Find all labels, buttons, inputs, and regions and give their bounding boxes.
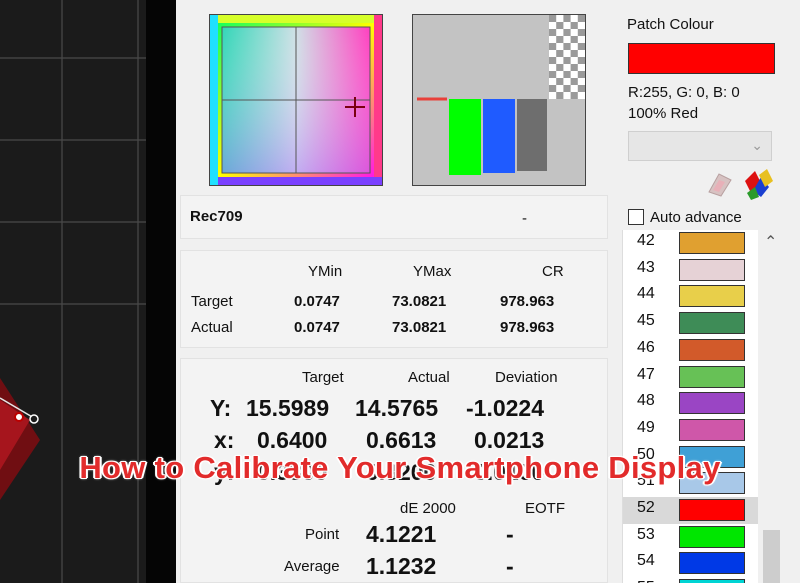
luminance-cell: 978.963 xyxy=(500,293,555,310)
luminance-cell: 73.0821 xyxy=(392,293,447,310)
measurement-row-label: Y: xyxy=(210,395,232,421)
scrollbar-thumb[interactable] xyxy=(763,530,780,583)
patch-number: 53 xyxy=(637,525,655,543)
errors-cell: - xyxy=(506,553,514,579)
eraser-icon[interactable] xyxy=(705,168,735,198)
patch-list-item[interactable]: 42 xyxy=(623,230,758,257)
patch-color-swatch xyxy=(679,525,745,548)
patch-rgb-text: R:255, G: 0, B: 0 xyxy=(628,84,740,101)
cie-grid xyxy=(0,0,146,583)
cie-diagram-area xyxy=(0,0,146,583)
patch-number: 49 xyxy=(637,418,655,436)
luminance-cell: 0.0747 xyxy=(294,319,340,336)
blue-bar xyxy=(483,99,515,173)
patch-list-item[interactable]: 49 xyxy=(623,417,758,444)
measurement-header-target: Target xyxy=(302,369,344,386)
patch-color-swatch xyxy=(679,392,745,415)
patch-color-swatch xyxy=(679,312,745,335)
patch-number: 43 xyxy=(637,258,655,276)
chevron-up-icon[interactable]: ⌃ xyxy=(764,232,777,252)
patch-number: 44 xyxy=(637,285,655,303)
patch-color-swatch xyxy=(679,579,745,583)
measurement-cell: 15.5989 xyxy=(246,395,330,421)
target-point xyxy=(14,412,24,422)
patch-color-swatch xyxy=(679,499,745,521)
measurement-cell: 14.5765 xyxy=(355,395,439,421)
chevron-down-icon: ⌄ xyxy=(751,137,763,153)
measurement-header-deviation: Deviation xyxy=(495,369,558,386)
green-bar xyxy=(449,99,481,175)
patch-number: 48 xyxy=(637,392,655,410)
patch-number: 54 xyxy=(637,552,655,570)
measurement-cell: -1.0224 xyxy=(466,395,545,421)
errors-cell: 4.1221 xyxy=(366,521,437,547)
patch-color-swatch xyxy=(679,258,745,281)
patch-list-item[interactable]: 46 xyxy=(623,337,758,364)
patch-colour-swatch xyxy=(628,43,775,74)
gamut-value: - xyxy=(522,210,527,227)
patch-select-dropdown[interactable]: ⌄ xyxy=(628,131,772,161)
patch-color-swatch xyxy=(679,232,745,254)
errors-header-de2000: dE 2000 xyxy=(400,500,456,517)
luminance-row-label: Target xyxy=(191,293,233,310)
patch-description: 100% Red xyxy=(628,105,699,122)
errors-cell: - xyxy=(506,521,514,547)
luminance-row-label: Actual xyxy=(191,319,233,336)
patch-color-swatch xyxy=(679,365,745,388)
patch-comparison-chart xyxy=(412,14,586,186)
rgb-bars xyxy=(413,15,585,175)
luminance-cell: 73.0821 xyxy=(392,319,447,336)
patch-number: 52 xyxy=(637,499,655,516)
gray-bar xyxy=(517,99,547,171)
patch-list-item[interactable]: 48 xyxy=(623,390,758,417)
errors-row-label: Point xyxy=(305,526,340,543)
errors-row-label: Average xyxy=(284,558,340,575)
luminance-header-cr: CR xyxy=(542,263,564,280)
patch-list-item[interactable]: 53 xyxy=(623,524,758,551)
gamut-gradient xyxy=(210,15,382,185)
luminance-header-ymax: YMax xyxy=(413,263,452,280)
patch-list-item[interactable]: 45 xyxy=(623,310,758,337)
color-patches-icon[interactable] xyxy=(741,167,775,201)
patch-list-item[interactable]: 55 xyxy=(623,577,758,583)
patch-list-item[interactable]: 52 xyxy=(623,497,758,524)
gamut-color-chart xyxy=(209,14,383,186)
patch-list-item[interactable]: 47 xyxy=(623,364,758,391)
patch-colour-title: Patch Colour xyxy=(627,16,714,33)
patch-number: 45 xyxy=(637,312,655,330)
patch-color-swatch xyxy=(679,552,745,575)
patch-list-item[interactable]: 43 xyxy=(623,257,758,284)
errors-header-eotf: EOTF xyxy=(525,500,565,517)
patch-number: 42 xyxy=(637,232,655,249)
gamut-panel xyxy=(180,195,608,239)
luminance-header-ymin: YMin xyxy=(308,263,343,280)
patch-number: 46 xyxy=(637,338,655,356)
luminance-cell: 978.963 xyxy=(500,319,555,336)
measured-point xyxy=(29,414,39,424)
patch-color-swatch xyxy=(679,285,745,308)
gamut-name: Rec709 xyxy=(190,208,243,225)
errors-cell: 1.1232 xyxy=(366,553,437,579)
patch-list-item[interactable]: 54 xyxy=(623,550,758,577)
patch-color-swatch xyxy=(679,338,745,361)
luminance-cell: 0.0747 xyxy=(294,293,340,310)
overlay-title: How to Calibrate Your Smartphone Display xyxy=(79,450,721,485)
auto-advance-label: Auto advance xyxy=(650,209,742,226)
auto-advance-checkbox[interactable] xyxy=(628,209,644,225)
measurement-header-actual: Actual xyxy=(408,369,450,386)
patch-list[interactable]: 4243444546474849505152535455 xyxy=(622,230,758,583)
divider xyxy=(146,0,176,583)
patch-number: 47 xyxy=(637,365,655,383)
patch-number: 55 xyxy=(637,579,655,583)
patch-color-swatch xyxy=(679,418,745,441)
patch-list-item[interactable]: 44 xyxy=(623,283,758,310)
